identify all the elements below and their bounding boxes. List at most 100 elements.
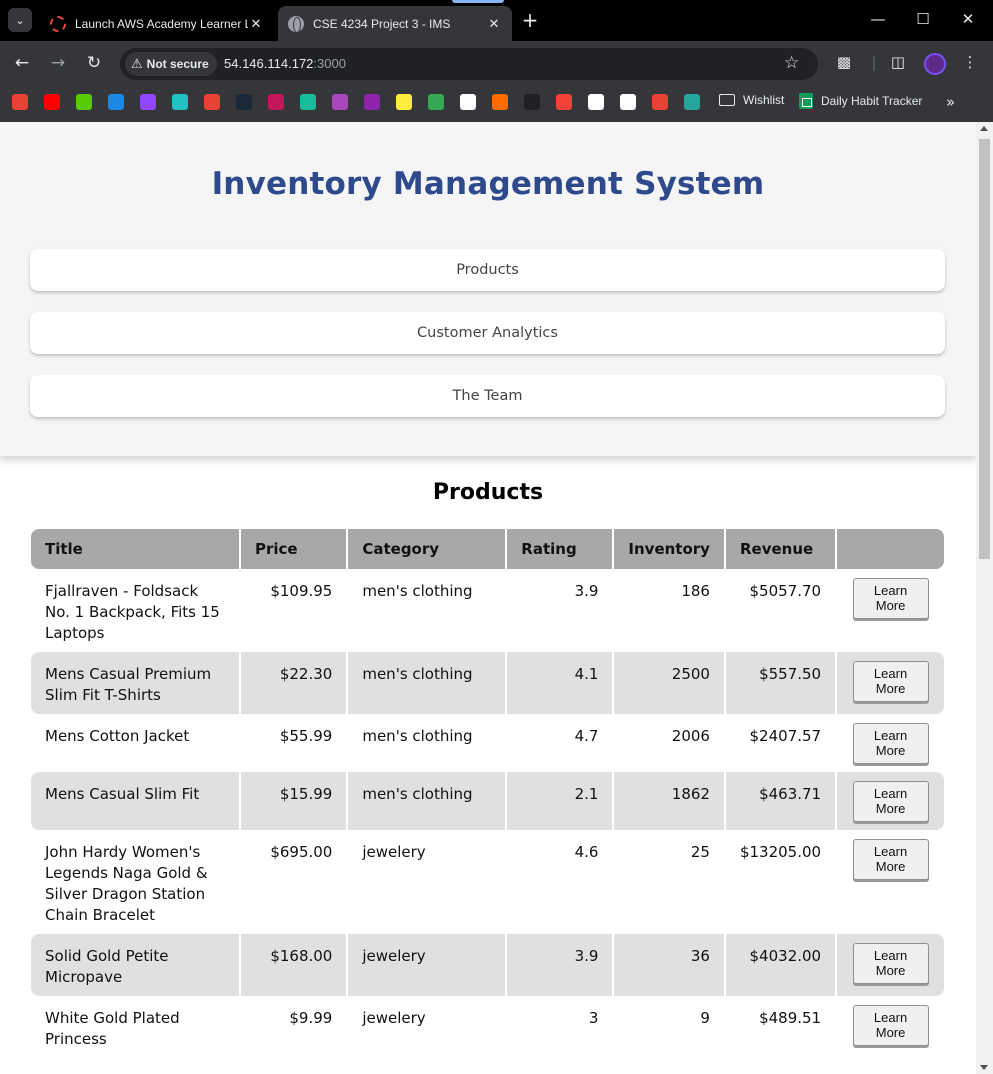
bookmark-favicon-icon[interactable] xyxy=(588,94,604,110)
cell-revenue: $557.50 xyxy=(725,652,838,714)
bookmark-label: Wishlist xyxy=(743,93,785,107)
cell-category: men's clothing xyxy=(348,772,508,830)
cell-revenue: $5057.70 xyxy=(726,569,838,652)
cell-price: $9.99 xyxy=(241,996,349,1058)
cell-revenue: $13205.00 xyxy=(726,830,838,934)
extensions-puzzle-icon[interactable]: ▩ xyxy=(834,53,854,71)
bookmark-favicon-icon[interactable] xyxy=(140,94,156,110)
learn-more-button[interactable]: Learn More xyxy=(852,661,929,702)
address-bar[interactable]: ⚠ Not secure 54.146.114.172:3000 ☆ xyxy=(120,48,818,80)
bookmark-favicon-icon[interactable] xyxy=(236,94,252,110)
products-table: Title Price Category Rating Inventory Re… xyxy=(31,529,944,1058)
tab-aws-academy[interactable]: Launch AWS Academy Learner L ✕ xyxy=(40,6,274,41)
cell-inventory: 186 xyxy=(614,569,726,652)
cell-title: Mens Casual Premium Slim Fit T-Shirts xyxy=(31,652,241,714)
bookmark-favicon-icon[interactable] xyxy=(620,94,636,110)
cell-title: John Hardy Women's Legends Naga Gold & S… xyxy=(31,830,241,934)
bookmark-favicon-icon[interactable] xyxy=(492,94,508,110)
cell-category: jewelery xyxy=(348,996,508,1058)
bookmark-favicon-icon[interactable] xyxy=(652,94,668,110)
cell-action: Learn More xyxy=(837,714,944,772)
new-tab-button[interactable]: + xyxy=(520,10,540,30)
tab-ims[interactable]: CSE 4234 Project 3 - IMS ✕ xyxy=(278,6,512,41)
bookmark-favicon-icon[interactable] xyxy=(364,94,380,110)
bookmarks-overflow-icon[interactable]: » xyxy=(946,93,955,111)
scroll-down-arrow-icon[interactable] xyxy=(980,1065,988,1070)
url-text[interactable]: 54.146.114.172:3000 xyxy=(224,56,346,71)
cell-category: men's clothing xyxy=(348,652,508,714)
bookmark-daily-habit-tracker[interactable]: Daily Habit Tracker xyxy=(799,93,922,109)
learn-more-label: Learn xyxy=(873,666,908,681)
scrollbar-thumb[interactable] xyxy=(979,139,990,559)
side-panel-icon[interactable]: ◫ xyxy=(888,53,908,71)
learn-more-button[interactable]: Learn More xyxy=(852,839,929,880)
learn-more-button[interactable]: Learn More xyxy=(852,1005,929,1046)
bookmark-favicon-icon[interactable] xyxy=(332,94,348,110)
cell-title: Mens Cotton Jacket xyxy=(31,714,241,772)
learn-more-label: Learn xyxy=(873,948,908,963)
bookmark-favicon-icon[interactable] xyxy=(268,94,284,110)
bookmark-favicon-icon[interactable] xyxy=(12,94,28,110)
learn-more-button[interactable]: Learn More xyxy=(852,723,929,764)
bookmark-label: Daily Habit Tracker xyxy=(821,94,923,108)
security-label: Not secure xyxy=(146,57,209,71)
learn-more-label: More xyxy=(875,859,906,874)
cell-action: Learn More xyxy=(837,772,944,830)
maximize-icon[interactable]: ☐ xyxy=(913,10,933,28)
bookmark-favicon-icon[interactable] xyxy=(460,94,476,110)
bookmark-favicon-icon[interactable] xyxy=(44,94,60,110)
reload-icon[interactable]: ↻ xyxy=(84,53,104,73)
globe-icon xyxy=(288,15,304,33)
cell-title: Solid Gold Petite Micropave xyxy=(31,934,241,996)
bookmark-favicon-icon[interactable] xyxy=(76,94,92,110)
vertical-scrollbar[interactable] xyxy=(976,122,993,1074)
cell-action: Learn More xyxy=(837,569,944,652)
cell-inventory: 25 xyxy=(614,830,726,934)
bookmark-favicon-icon[interactable] xyxy=(108,94,124,110)
learn-more-button[interactable]: Learn More xyxy=(852,578,929,619)
column-header-revenue: Revenue xyxy=(725,529,838,569)
scroll-up-arrow-icon[interactable] xyxy=(980,126,988,131)
cell-category: men's clothing xyxy=(348,569,508,652)
column-header-title: Title xyxy=(31,529,241,569)
bookmark-favicon-icon[interactable] xyxy=(172,94,188,110)
bookmark-favicon-icon[interactable] xyxy=(524,94,540,110)
bookmark-favicon-icon[interactable] xyxy=(204,94,220,110)
close-tab-icon[interactable]: ✕ xyxy=(248,16,264,32)
learn-more-label: More xyxy=(875,1025,906,1040)
close-window-icon[interactable]: ✕ xyxy=(958,10,978,28)
learn-more-label: Learn xyxy=(873,728,908,743)
menu-kebab-icon[interactable]: ⋮ xyxy=(960,53,980,71)
cell-revenue: $489.51 xyxy=(726,996,838,1058)
cell-action: Learn More xyxy=(837,934,944,996)
learn-more-label: More xyxy=(875,963,906,978)
bookmark-star-icon[interactable]: ☆ xyxy=(784,53,799,73)
bookmark-favicon-icon[interactable] xyxy=(556,94,572,110)
security-chip[interactable]: ⚠ Not secure xyxy=(125,52,217,76)
back-arrow-icon[interactable]: ← xyxy=(12,53,32,73)
learn-more-label: Learn xyxy=(873,786,908,801)
bookmark-favicon-icon[interactable] xyxy=(428,94,444,110)
tab-search-button[interactable]: ⌄ xyxy=(8,8,32,32)
table-row: Mens Casual Premium Slim Fit T-Shirts $22… xyxy=(31,652,944,714)
browser-toolbar: ← → ↻ ⚠ Not secure 54.146.114.172:3000 ☆… xyxy=(0,41,993,86)
bookmark-folder-wishlist[interactable]: Wishlist xyxy=(719,93,784,107)
nav-customer-analytics-button[interactable]: Customer Analytics xyxy=(30,312,945,354)
profile-avatar[interactable] xyxy=(924,53,946,75)
cell-title: Fjallraven - Foldsack No. 1 Backpack, Fi… xyxy=(31,569,241,652)
bookmark-favicon-icon[interactable] xyxy=(396,94,412,110)
warning-icon: ⚠ xyxy=(131,56,143,71)
minimize-icon[interactable]: — xyxy=(868,10,888,28)
learn-more-button[interactable]: Learn More xyxy=(852,943,929,984)
learn-more-label: Learn xyxy=(873,844,908,859)
nav-products-button[interactable]: Products xyxy=(30,249,945,291)
nav-the-team-button[interactable]: The Team xyxy=(30,375,945,417)
cell-revenue: $463.71 xyxy=(725,772,838,830)
toolbar-divider: | xyxy=(871,53,877,71)
bookmark-favicon-icon[interactable] xyxy=(300,94,316,110)
cell-category: jewelery xyxy=(348,830,508,934)
learn-more-button[interactable]: Learn More xyxy=(852,781,929,822)
bookmark-favicon-icon[interactable] xyxy=(684,94,700,110)
forward-arrow-icon[interactable]: → xyxy=(48,53,68,73)
close-tab-icon[interactable]: ✕ xyxy=(486,16,502,32)
